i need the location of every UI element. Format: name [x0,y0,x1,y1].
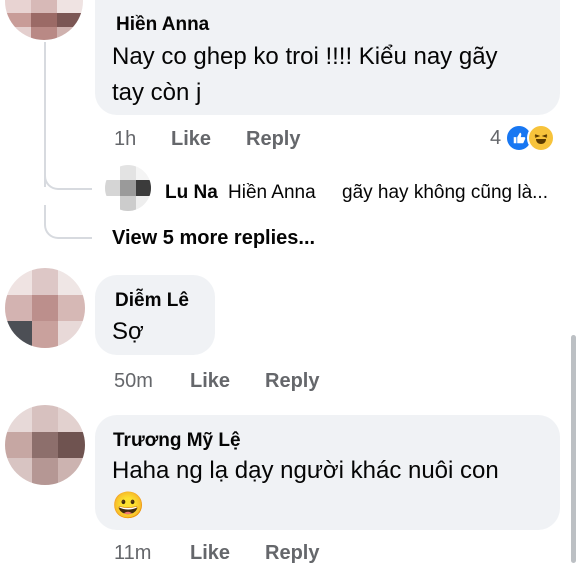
avatar-pixel [5,268,32,295]
avatar-pixel [31,431,59,459]
scrollbar[interactable] [571,335,576,563]
comment-time[interactable]: 11m [114,542,151,565]
commenter-name[interactable]: Hiền Anna [116,14,209,36]
avatar-pixel [58,405,85,432]
avatar-pixel [105,195,121,211]
commenter-name[interactable]: Trương Mỹ Lệ [113,430,241,452]
avatar-pixel [105,165,121,181]
reply-button[interactable]: Reply [246,128,300,151]
comment-text: Haha ng lạ dạy người khác nuôi con [112,457,499,484]
avatar-pixel [5,13,31,27]
avatar-pixel [135,165,151,181]
comment-text: Nay co ghep ko troi !!!! Kiểu nay gãy [112,43,498,70]
avatar-pixel [31,321,59,348]
avatar-pixel [58,458,85,485]
avatar-pixel [5,431,32,459]
avatar-pixel [5,26,31,40]
like-button[interactable]: Like [190,542,230,565]
avatar-pixel [31,294,59,322]
grinning-emoji: 😀 [112,490,145,520]
reply-mention[interactable]: Hiền Anna [228,182,316,204]
avatar-lu-na[interactable] [105,165,151,211]
commenter-name[interactable]: Diễm Lê [115,290,189,312]
avatar-pixel [120,165,136,181]
thread-curve-view-more [44,205,92,239]
avatar-pixel [31,0,57,14]
reply-button[interactable]: Reply [265,542,319,565]
avatar-pixel [135,180,151,196]
reaction-count: 4 [490,126,502,149]
reply-preview-text: gãy hay không cũng là... [342,182,548,203]
avatar-pixel [31,458,59,485]
avatar-truong-my-le[interactable] [5,405,85,485]
avatar-pixel [57,26,83,40]
avatar-pixel [58,294,85,322]
like-button[interactable]: Like [190,370,230,393]
comment-text-continued: tay còn j [112,79,202,106]
avatar-pixel [58,268,85,295]
avatar-pixel [105,180,121,196]
comment-time[interactable]: 1h [114,128,136,151]
avatar-pixel [58,431,85,459]
like-button[interactable]: Like [171,128,211,151]
avatar-pixel [5,0,31,14]
thread-curve-reply [44,160,92,190]
avatar-pixel [57,13,83,27]
reply-button[interactable]: Reply [265,370,319,393]
avatar-pixel [58,321,85,348]
reaction-summary[interactable]: 4 [490,124,556,152]
avatar-pixel [57,0,83,14]
avatar-pixel [5,405,32,432]
avatar-pixel [31,268,59,295]
reply-author-name[interactable]: Lu Na [165,182,218,204]
avatar-pixel [120,195,136,211]
avatar-diem-le[interactable] [5,268,85,348]
avatar-hien-anna[interactable] [5,0,83,40]
avatar-pixel [5,321,32,348]
comment-text: Sợ [112,318,144,345]
avatar-pixel [31,13,57,27]
avatar-pixel [5,294,32,322]
avatar-pixel [31,405,59,432]
haha-icon [527,124,556,152]
view-more-replies-link[interactable]: View 5 more replies... [112,227,315,250]
avatar-pixel [5,458,32,485]
avatar-pixel [135,195,151,211]
comment-time[interactable]: 50m [114,370,153,393]
avatar-pixel [120,180,136,196]
avatar-pixel [31,26,57,40]
